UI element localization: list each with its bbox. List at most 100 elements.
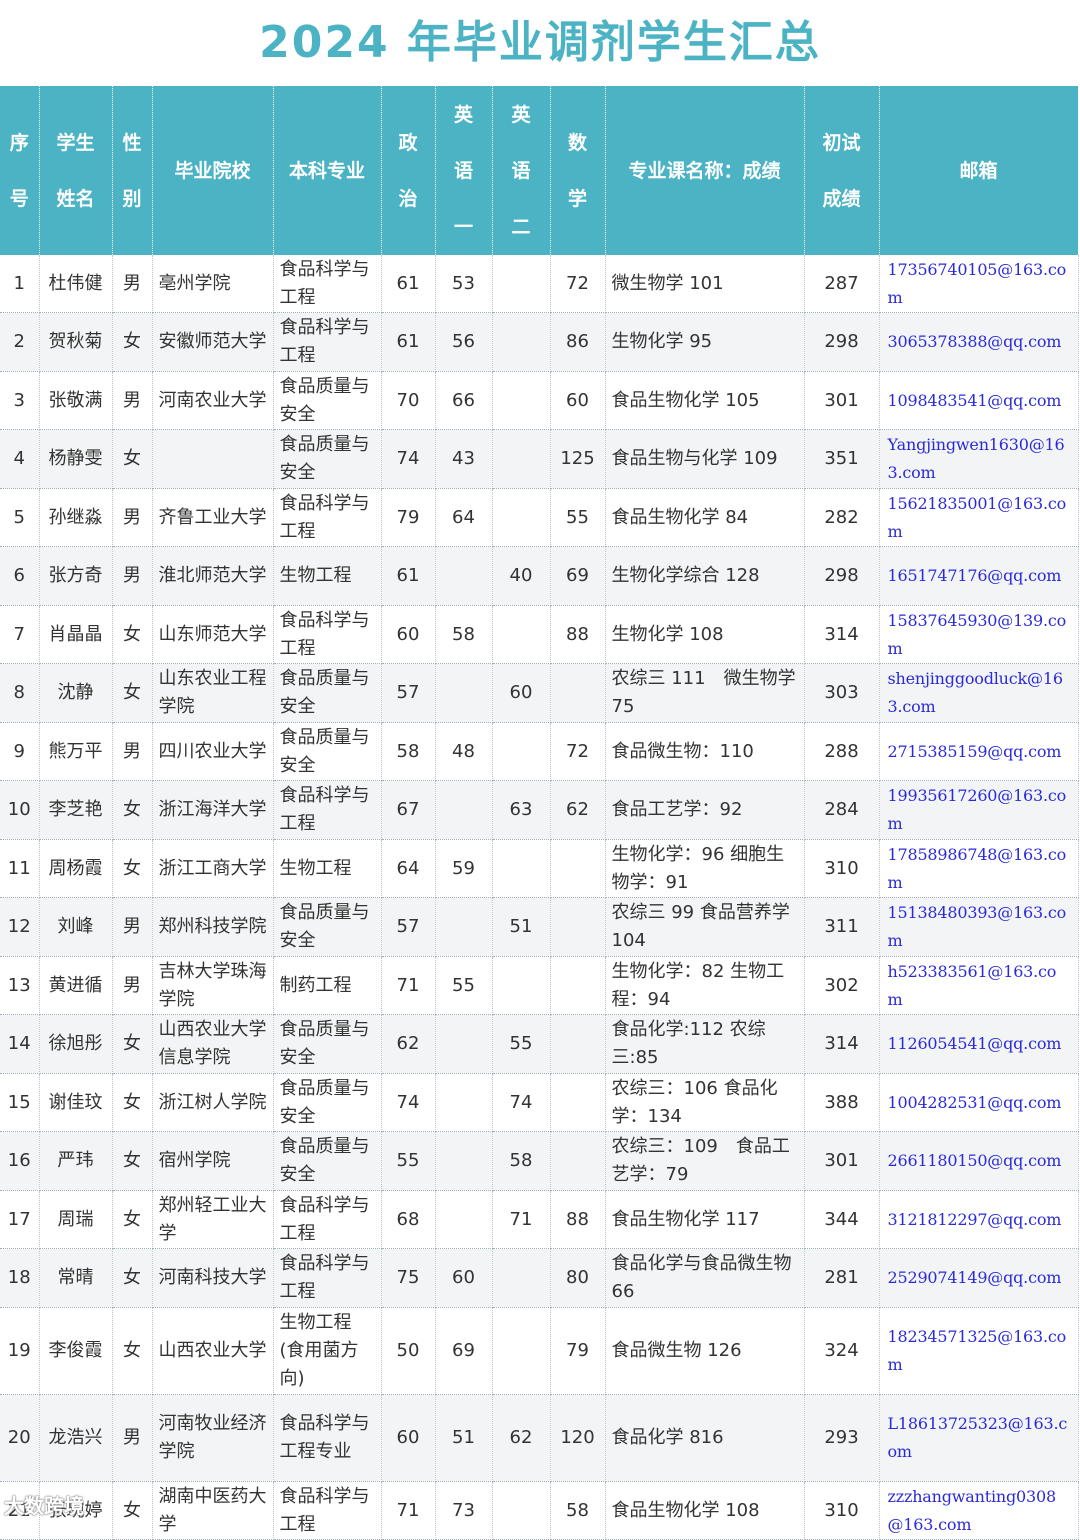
cell-english2	[492, 839, 551, 898]
cell-course: 生物化学 108	[605, 605, 805, 664]
col-header-math: 数 学	[550, 86, 606, 255]
table-row: 13 黄进循男吉林大学珠海学院 制药工程 71 55 生物化学：82 生物工程：94 302…	[0, 956, 1079, 1015]
cell-email[interactable]: 15138480393@163.com	[879, 897, 1079, 957]
table-row: 11 周杨霞女浙江工商大学 生物工程 64 59 生物化学：96 细胞生物学：91 310 1…	[0, 839, 1079, 898]
cell-english2	[492, 956, 551, 1015]
cell-email[interactable]: Yangjingwen1630@163.com	[879, 429, 1079, 489]
cell-email[interactable]: shenjinggoodluck@163.com	[879, 663, 1079, 723]
cell-politics: 50	[381, 1307, 436, 1395]
cell-no: 6	[0, 546, 40, 606]
cell-no: 10	[0, 780, 40, 840]
cell-course: 食品化学:112 农综三:85	[605, 1014, 805, 1074]
col-header-course: 专业课名称：成绩	[605, 86, 805, 255]
cell-politics: 57	[381, 663, 436, 723]
cell-school: 郑州科技学院	[152, 897, 274, 957]
cell-email[interactable]: 1004282531@qq.com	[879, 1073, 1079, 1132]
cell-email[interactable]: 15621835001@163.com	[879, 488, 1079, 547]
cell-name: 徐旭彤	[39, 1014, 113, 1074]
cell-total: 282	[804, 488, 880, 547]
cell-email[interactable]: 1126054541@qq.com	[879, 1014, 1079, 1074]
cell-english1	[435, 1073, 493, 1132]
cell-school: 郑州轻工业大学	[152, 1190, 274, 1249]
cell-major: 制药工程	[273, 956, 382, 1015]
cell-english2: 74	[492, 1073, 551, 1132]
cell-politics: 79	[381, 488, 436, 547]
cell-course: 生物化学：82 生物工程：94	[605, 956, 805, 1015]
cell-school: 浙江海洋大学	[152, 780, 274, 840]
cell-no: 7	[0, 605, 40, 664]
header-row: 序 号 学生 姓名 性 别 毕业院校 本科专业 政 治 英 语 一 英 语 二 …	[0, 86, 1079, 255]
cell-school: 湖南中医药大学	[152, 1481, 274, 1540]
cell-math: 88	[550, 1190, 606, 1249]
cell-politics: 64	[381, 839, 436, 898]
cell-email[interactable]: 1651747176@qq.com	[879, 546, 1079, 606]
cell-politics: 55	[381, 1131, 436, 1191]
cell-english2	[492, 371, 551, 430]
cell-politics: 58	[381, 722, 436, 781]
cell-email[interactable]: L18613725323@163.com	[879, 1394, 1079, 1482]
cell-email[interactable]: 15837645930@139.com	[879, 605, 1079, 664]
cell-name: 周杨霞	[39, 839, 113, 898]
col-header-email: 邮箱	[879, 86, 1079, 255]
cell-math: 69	[550, 546, 606, 606]
cell-no: 13	[0, 956, 40, 1015]
cell-politics: 62	[381, 1014, 436, 1074]
cell-english1: 59	[435, 839, 493, 898]
col-header-no: 序 号	[0, 86, 40, 255]
cell-email[interactable]: 1098483541@qq.com	[879, 371, 1079, 430]
cell-english2	[492, 488, 551, 547]
cell-email[interactable]: zzzhangwanting0308@163.com	[879, 1481, 1079, 1540]
cell-email[interactable]: 17356740105@163.com	[879, 255, 1079, 313]
cell-school: 齐鲁工业大学	[152, 488, 274, 547]
cell-email[interactable]: 2715385159@qq.com	[879, 722, 1079, 781]
cell-english2	[492, 429, 551, 489]
cell-email[interactable]: h523383561@163.com	[879, 956, 1079, 1015]
cell-sex: 女	[112, 1073, 153, 1132]
cell-major: 生物工程	[273, 546, 382, 606]
cell-major: 食品质量与安全	[273, 1073, 382, 1132]
cell-email[interactable]: 2529074149@qq.com	[879, 1248, 1079, 1308]
col-header-sex: 性 别	[112, 86, 153, 255]
cell-english2	[492, 255, 551, 313]
cell-politics: 70	[381, 371, 436, 430]
cell-sex: 男	[112, 255, 153, 313]
cell-email[interactable]: 18234571325@163.com	[879, 1307, 1079, 1395]
table-row: 2 贺秋菊女安徽师范大学 食品科学与工程 61 56 86 生物化学 95 298 306537…	[0, 312, 1079, 372]
cell-school: 浙江树人学院	[152, 1073, 274, 1132]
cell-math: 62	[550, 780, 606, 840]
cell-math: 86	[550, 312, 606, 372]
cell-no: 14	[0, 1014, 40, 1074]
cell-english1	[435, 1131, 493, 1191]
cell-math	[550, 663, 606, 723]
table-row: 12 刘峰男郑州科技学院 食品质量与安全 57 51 农综三 99 食品营养学 104 31…	[0, 897, 1079, 957]
cell-major: 食品质量与安全	[273, 663, 382, 723]
cell-email[interactable]: 3065378388@qq.com	[879, 312, 1079, 372]
cell-course: 农综三：109 食品工艺学：79	[605, 1131, 805, 1191]
cell-email[interactable]: 19935617260@163.com	[879, 780, 1079, 840]
table-body: 1 杜伟健男亳州学院 食品科学与工程 61 53 72 微生物学 101 287 1735674…	[0, 255, 1079, 1540]
table-row: 4 杨静雯女 食品质量与安全 74 43 125 食品生物与化学 109 351 Yangjin…	[0, 429, 1079, 489]
cell-major: 食品质量与安全	[273, 1131, 382, 1191]
cell-english1: 55	[435, 956, 493, 1015]
cell-total: 301	[804, 371, 880, 430]
table-row: 20 龙浩兴男河南牧业经济学院 食品科学与工程专业 60 51 62 120 食品化学 816…	[0, 1394, 1079, 1482]
cell-sex: 女	[112, 1248, 153, 1308]
cell-math: 80	[550, 1248, 606, 1308]
cell-total: 293	[804, 1394, 880, 1482]
cell-school: 山东师范大学	[152, 605, 274, 664]
cell-school: 河南科技大学	[152, 1248, 274, 1308]
cell-english1: 69	[435, 1307, 493, 1395]
cell-major: 食品科学与工程专业	[273, 1394, 382, 1482]
cell-no: 8	[0, 663, 40, 723]
cell-no: 2	[0, 312, 40, 372]
cell-politics: 67	[381, 780, 436, 840]
cell-major: 食品质量与安全	[273, 371, 382, 430]
cell-email[interactable]: 2661180150@qq.com	[879, 1131, 1079, 1191]
cell-english2	[492, 1481, 551, 1540]
cell-english2	[492, 1307, 551, 1395]
cell-name: 黄进循	[39, 956, 113, 1015]
cell-course: 食品微生物 126	[605, 1307, 805, 1395]
cell-email[interactable]: 3121812297@qq.com	[879, 1190, 1079, 1249]
cell-email[interactable]: 17858986748@163.com	[879, 839, 1079, 898]
cell-no: 17	[0, 1190, 40, 1249]
